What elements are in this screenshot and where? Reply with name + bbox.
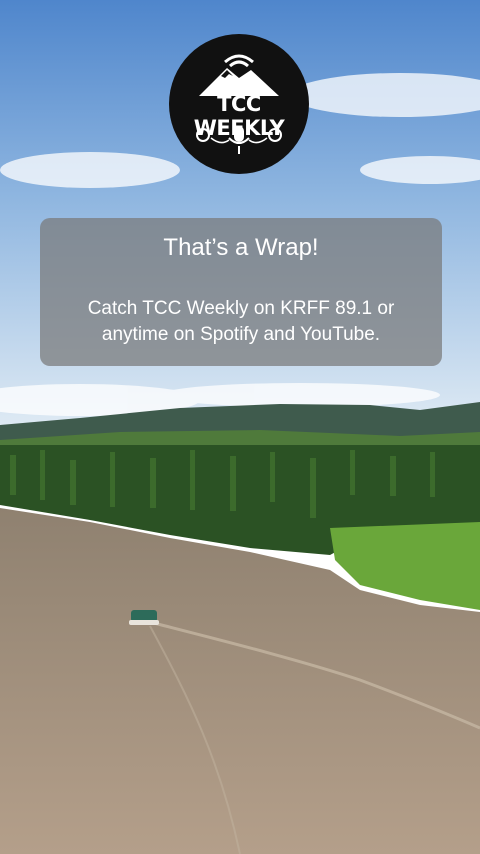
card-body: Catch TCC Weekly on KRFF 89.1 or anytime… (87, 298, 395, 345)
boat-icon (129, 610, 159, 625)
message-card: That’s a Wrap! Catch TCC Weekly on KRFF … (40, 218, 442, 366)
tcc-weekly-logo: TCC WEEKLY (169, 34, 309, 174)
logo-title: TCC WEEKLY (193, 92, 285, 140)
card-title: That’s a Wrap! (163, 234, 319, 261)
